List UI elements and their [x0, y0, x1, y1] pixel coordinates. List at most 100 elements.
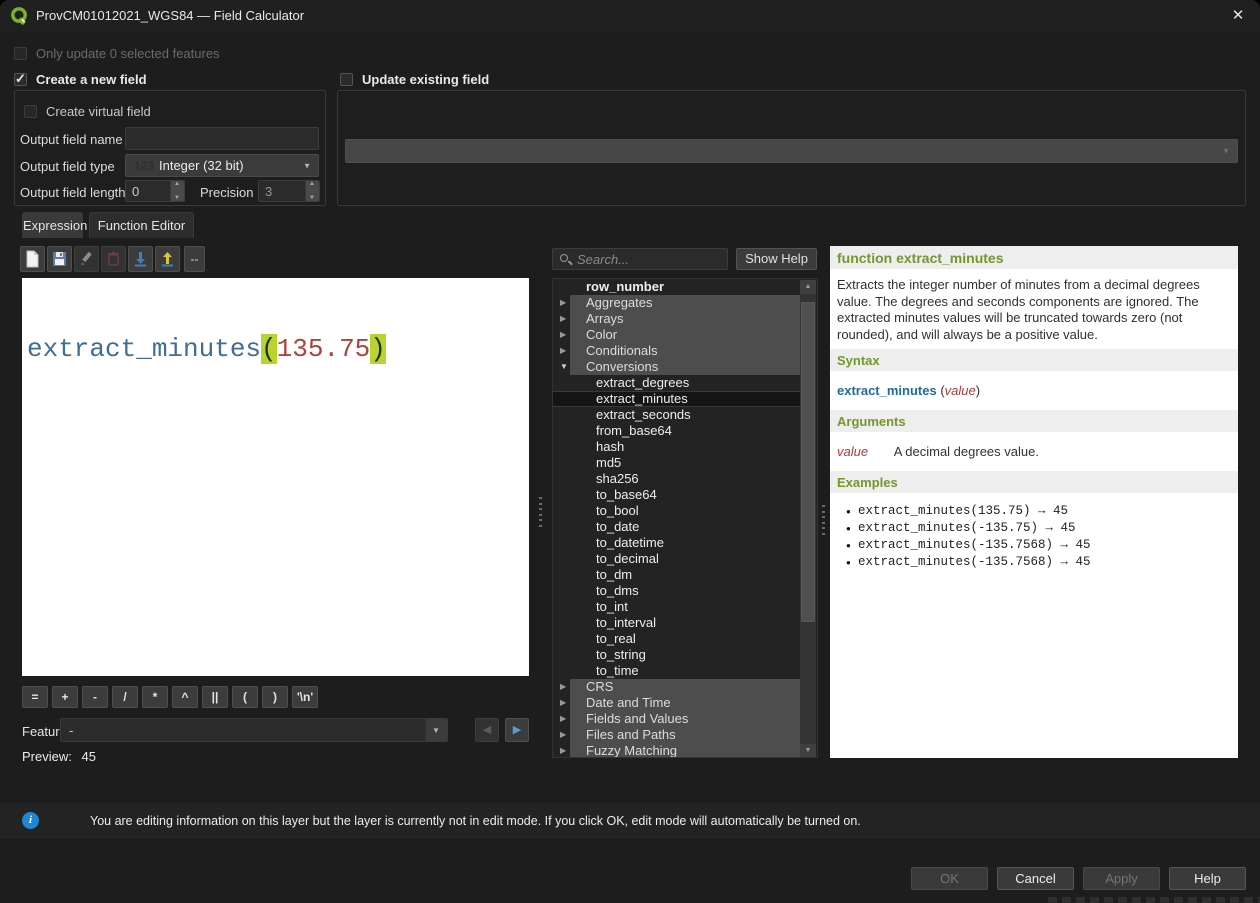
expression-more-button[interactable]: -- [184, 246, 205, 272]
create-virtual-field-checkbox[interactable] [24, 105, 37, 118]
tree-scrollbar[interactable]: ▲ ▼ [800, 280, 816, 758]
operator-button[interactable]: '\n' [292, 686, 318, 708]
precision-spinbox[interactable]: 3 [258, 180, 320, 202]
function-tree-item[interactable]: ▼ Conversions [553, 359, 801, 375]
operator-button[interactable]: ) [262, 686, 288, 708]
function-tree-item[interactable]: row_number [553, 279, 801, 295]
operator-button[interactable]: = [22, 686, 48, 708]
previous-feature-button[interactable]: ◀ [475, 718, 499, 742]
tree-expand-icon[interactable]: ▶ [560, 295, 566, 311]
operator-button[interactable]: ^ [172, 686, 198, 708]
tree-item-label: CRS [586, 679, 613, 695]
operator-button[interactable]: ( [232, 686, 258, 708]
function-tree-item[interactable]: to_real [553, 631, 801, 647]
search-input[interactable] [577, 249, 725, 269]
dialog-button[interactable]: Apply [1083, 867, 1160, 890]
arrow-up-icon [159, 250, 176, 268]
dialog-button[interactable]: OK [911, 867, 988, 890]
output-field-length-value: 0 [132, 184, 139, 199]
function-tree-item[interactable]: to_datetime [553, 535, 801, 551]
close-icon[interactable]: ✕ [1228, 6, 1248, 26]
chevron-down-icon[interactable] [425, 719, 447, 741]
function-tree-item[interactable]: to_decimal [553, 551, 801, 567]
tree-expand-icon[interactable]: ▶ [560, 727, 566, 743]
new-expression-button[interactable] [20, 246, 45, 272]
show-help-button[interactable]: Show Help [736, 248, 817, 270]
scroll-up-icon[interactable]: ▲ [800, 280, 816, 294]
notice-text: You are editing information on this laye… [90, 814, 861, 828]
function-search-box[interactable] [552, 248, 728, 270]
delete-expression-button[interactable] [101, 246, 126, 272]
spinner-arrows-icon[interactable] [170, 181, 184, 201]
function-tree-item[interactable]: ▶ Color [553, 327, 801, 343]
edit-expression-button[interactable] [74, 246, 99, 272]
function-tree-item[interactable]: to_int [553, 599, 801, 615]
edit-mode-notice-bar: i You are editing information on this la… [0, 803, 1260, 839]
function-tree-item[interactable]: to_time [553, 663, 801, 679]
function-tree-item[interactable]: ▶ Conditionals [553, 343, 801, 359]
scrollbar-thumb[interactable] [801, 302, 815, 622]
output-field-length-spinbox[interactable]: 0 [125, 180, 185, 202]
tree-expand-icon[interactable]: ▶ [560, 743, 566, 758]
function-tree-item[interactable]: ▶ Fields and Values [553, 711, 801, 727]
function-tree-item[interactable]: ▶ Aggregates [553, 295, 801, 311]
tree-item-label: sha256 [596, 471, 639, 487]
tree-expand-icon[interactable]: ▶ [560, 695, 566, 711]
save-icon [51, 250, 68, 268]
update-existing-field-checkbox[interactable] [340, 73, 353, 86]
tree-item-label: row_number [586, 279, 664, 295]
function-tree-item[interactable]: ▶ Fuzzy Matching [553, 743, 801, 758]
output-field-name-input[interactable] [125, 127, 319, 150]
splitter-handle[interactable] [821, 505, 826, 535]
function-tree-item[interactable]: ▶ Date and Time [553, 695, 801, 711]
only-update-checkbox[interactable] [14, 47, 27, 60]
function-tree-item[interactable]: extract_degrees [553, 375, 801, 391]
operator-button[interactable]: - [82, 686, 108, 708]
save-expression-button[interactable] [47, 246, 72, 272]
next-feature-button[interactable]: ▶ [505, 718, 529, 742]
output-field-type-combobox[interactable]: 123 Integer (32 bit) ▼ [125, 154, 319, 177]
operator-button[interactable]: || [202, 686, 228, 708]
function-tree-item[interactable]: to_base64 [553, 487, 801, 503]
tab-function-editor[interactable]: Function Editor [89, 212, 194, 238]
operator-button[interactable]: + [52, 686, 78, 708]
function-tree-item[interactable]: md5 [553, 455, 801, 471]
tree-expand-icon[interactable]: ▶ [560, 311, 566, 327]
function-tree-item[interactable]: from_base64 [553, 423, 801, 439]
tree-expand-icon[interactable]: ▶ [560, 343, 566, 359]
function-tree-item[interactable]: to_date [553, 519, 801, 535]
import-expression-button[interactable] [128, 246, 153, 272]
function-tree-item[interactable]: extract_seconds [553, 407, 801, 423]
dialog-button[interactable]: Cancel [997, 867, 1074, 890]
spinner-arrows-icon[interactable] [305, 181, 319, 201]
operator-button[interactable]: * [142, 686, 168, 708]
scroll-down-icon[interactable]: ▼ [800, 744, 816, 758]
tree-expand-icon[interactable]: ▶ [560, 679, 566, 695]
function-tree-item[interactable]: ▶ Files and Paths [553, 727, 801, 743]
tree-expand-icon[interactable]: ▼ [560, 359, 568, 375]
function-tree-item[interactable]: hash [553, 439, 801, 455]
tab-expression[interactable]: Expression [22, 212, 83, 238]
title-bar[interactable]: ProvCM01012021_WGS84 — Field Calculator … [0, 0, 1260, 32]
function-tree-item[interactable]: to_string [553, 647, 801, 663]
operator-button[interactable]: / [112, 686, 138, 708]
function-tree-item[interactable]: to_dms [553, 583, 801, 599]
feature-combobox[interactable]: - [60, 718, 448, 742]
function-tree-item[interactable]: to_bool [553, 503, 801, 519]
function-tree-item[interactable]: ▶ Arrays [553, 311, 801, 327]
export-expression-button[interactable] [155, 246, 180, 272]
tree-expand-icon[interactable]: ▶ [560, 327, 566, 343]
existing-field-combobox[interactable]: ▼ [345, 139, 1238, 163]
expression-editor[interactable]: extract_minutes(135.75) [22, 278, 529, 676]
function-tree-item[interactable]: to_dm [553, 567, 801, 583]
function-tree-item[interactable]: to_interval [553, 615, 801, 631]
dialog-button[interactable]: Help [1169, 867, 1246, 890]
function-tree-item[interactable]: ▶ CRS [553, 679, 801, 695]
tree-item-label: Color [586, 327, 617, 343]
function-tree-item[interactable]: sha256 [553, 471, 801, 487]
function-tree-item[interactable]: extract_minutes [553, 391, 801, 407]
create-new-field-checkbox[interactable] [14, 73, 27, 86]
tree-expand-icon[interactable]: ▶ [560, 711, 566, 727]
splitter-handle[interactable] [538, 497, 543, 527]
syntax-close-paren: ) [976, 383, 980, 398]
